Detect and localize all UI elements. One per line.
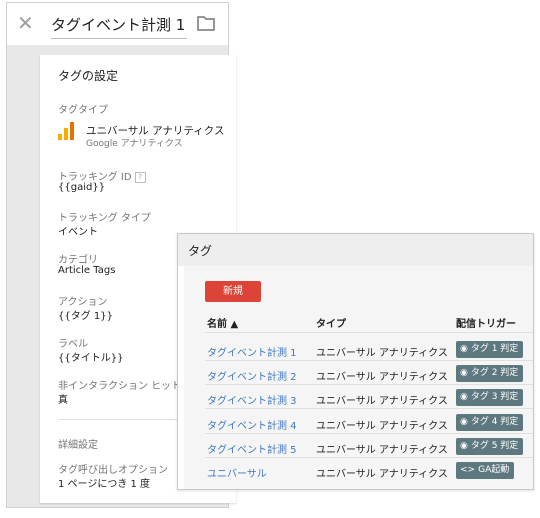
trigger-chip[interactable]: ◉ タグ 2 判定: [456, 365, 524, 382]
close-icon[interactable]: ✕: [17, 11, 34, 35]
tag-name-link[interactable]: タグイベント計測 1: [207, 344, 297, 359]
tag-type-cell: ユニバーサル アナリティクス: [316, 421, 448, 432]
noninteraction-value[interactable]: 真: [58, 391, 68, 406]
tag-type-cell: ユニバーサル アナリティクス: [316, 396, 448, 407]
tracking-id-value[interactable]: {{gaid}}: [58, 182, 105, 193]
eye-icon: ◉: [460, 417, 468, 427]
tag-type-cell: ユニバーサル アナリティクス: [316, 445, 448, 456]
tag-name-link[interactable]: タグイベント計測 5: [207, 441, 297, 456]
tag-name-field[interactable]: タグイベント計測 1: [51, 14, 187, 39]
eye-icon: ◉: [460, 368, 468, 378]
tag-type-cell: ユニバーサル アナリティクス: [316, 469, 448, 480]
tags-panel-header: タグ: [178, 234, 533, 266]
tag-name-link[interactable]: タグイベント計測 2: [207, 368, 297, 383]
trigger-label: GA起動: [478, 465, 510, 475]
trigger-label: タグ 1 判定: [470, 344, 519, 354]
column-header-trigger: 配信トリガー: [456, 319, 516, 330]
tag-type-cell: ユニバーサル アナリティクス: [316, 348, 448, 359]
action-value[interactable]: {{タグ 1}}: [58, 307, 113, 322]
row-divider: [205, 360, 533, 361]
new-tag-button[interactable]: 新規: [205, 281, 261, 302]
trigger-chip[interactable]: ◉ タグ 4 判定: [456, 414, 524, 431]
tag-name-link[interactable]: タグイベント計測 3: [207, 392, 297, 407]
row-divider: [205, 457, 533, 458]
column-header-name[interactable]: 名前 ▲: [207, 315, 238, 330]
editor-topbar: ✕ タグイベント計測 1: [7, 3, 228, 45]
noninteraction-label: 非インタラクション ヒット: [58, 381, 182, 392]
tags-list-panel: タグ 新規 名前 ▲ タイプ 配信トリガー タグイベント計測 1 ユニバーサル …: [177, 233, 534, 490]
trigger-label: タグ 3 判定: [470, 392, 519, 402]
firing-option-label: タグ呼び出しオプション: [58, 465, 168, 476]
trigger-label: タグ 5 判定: [470, 441, 519, 451]
tag-type-label: タグタイプ: [58, 105, 108, 116]
tags-panel-title: タグ: [188, 244, 213, 258]
eye-icon: ◉: [460, 441, 468, 451]
folder-icon[interactable]: [197, 15, 215, 31]
label-value[interactable]: {{タイトル}}: [58, 349, 123, 364]
header-divider: [205, 332, 533, 333]
card-title: タグの設定: [58, 69, 119, 83]
action-label: アクション: [58, 297, 108, 308]
category-label: カテゴリ: [58, 255, 98, 266]
trigger-label: タグ 2 判定: [470, 368, 519, 378]
tag-type-cell: ユニバーサル アナリティクス: [316, 372, 448, 383]
trigger-chip[interactable]: ◉ タグ 3 判定: [456, 389, 524, 406]
category-value[interactable]: Article Tags: [58, 265, 115, 276]
google-analytics-icon: [58, 122, 74, 140]
firing-option-value[interactable]: 1 ページにつき 1 度: [58, 475, 150, 490]
tracking-type-label: トラッキング タイプ: [58, 213, 151, 224]
tracking-type-value[interactable]: イベント: [58, 223, 98, 238]
trigger-chip[interactable]: <> GA起動: [456, 462, 515, 479]
tag-name-link[interactable]: ユニバーサル: [207, 465, 267, 480]
eye-icon: ◉: [460, 392, 468, 402]
tag-name-link[interactable]: タグイベント計測 4: [207, 417, 297, 432]
row-divider: [205, 408, 533, 409]
tracking-id-label: トラッキング ID?: [58, 168, 146, 183]
row-divider: [205, 433, 533, 434]
tag-type-sub: Google アナリティクス: [86, 139, 183, 149]
trigger-chip[interactable]: ◉ タグ 5 判定: [456, 438, 524, 455]
eye-icon: ◉: [460, 344, 468, 354]
help-icon[interactable]: ?: [134, 171, 146, 183]
row-divider: [205, 384, 533, 385]
column-header-type: タイプ: [316, 319, 346, 330]
code-icon: <>: [460, 465, 476, 475]
trigger-chip[interactable]: ◉ タグ 1 判定: [456, 341, 524, 358]
advanced-settings-label[interactable]: 詳細設定: [58, 436, 98, 451]
label-label: ラベル: [58, 339, 88, 350]
trigger-label: タグ 4 判定: [470, 417, 519, 427]
